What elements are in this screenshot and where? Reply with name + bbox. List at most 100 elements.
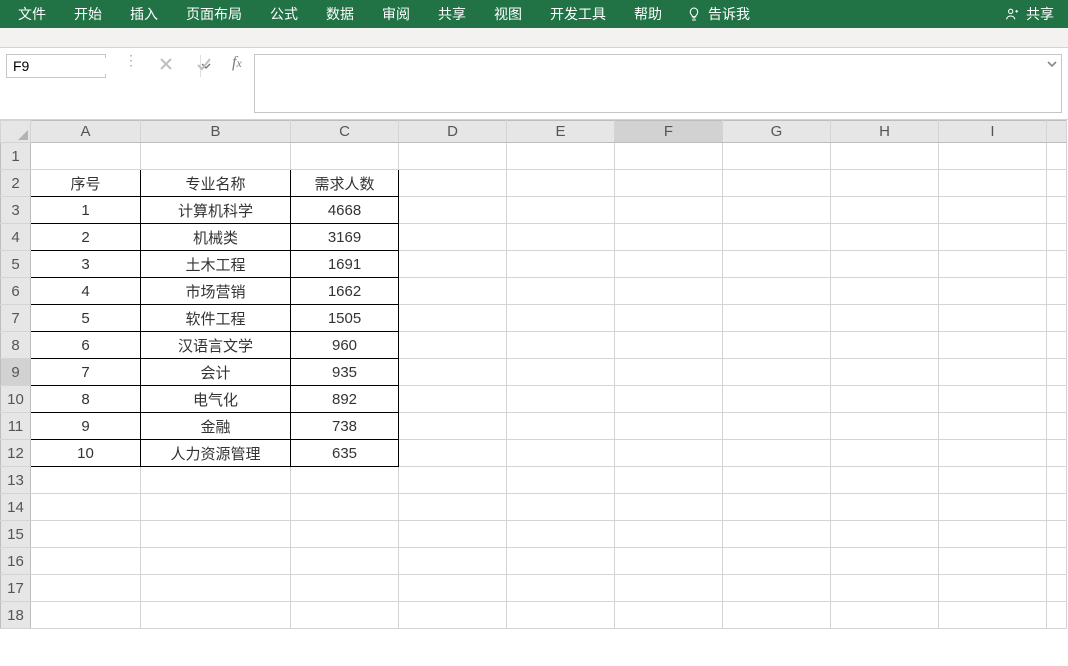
cell-C7[interactable]: 1505 xyxy=(291,305,399,332)
cell-E6[interactable] xyxy=(507,278,615,305)
cell-A1[interactable] xyxy=(31,143,141,170)
cell-D5[interactable] xyxy=(399,251,507,278)
cell-E16[interactable] xyxy=(507,548,615,575)
cell-I2[interactable] xyxy=(939,170,1047,197)
cell-C13[interactable] xyxy=(291,467,399,494)
cell-B15[interactable] xyxy=(141,521,291,548)
formula-bar-options-icon[interactable]: ⋮ xyxy=(124,54,138,66)
tab-view[interactable]: 视图 xyxy=(480,0,536,28)
cell-H7[interactable] xyxy=(831,305,939,332)
cell-H8[interactable] xyxy=(831,332,939,359)
cell-F10[interactable] xyxy=(615,386,723,413)
cell-A5[interactable]: 3 xyxy=(31,251,141,278)
cell-B14[interactable] xyxy=(141,494,291,521)
cell-G11[interactable] xyxy=(723,413,831,440)
cell-I11[interactable] xyxy=(939,413,1047,440)
cell-C12[interactable]: 635 xyxy=(291,440,399,467)
cell-A16[interactable] xyxy=(31,548,141,575)
cell-A13[interactable] xyxy=(31,467,141,494)
cell-E2[interactable] xyxy=(507,170,615,197)
cell-H15[interactable] xyxy=(831,521,939,548)
cell-G8[interactable] xyxy=(723,332,831,359)
cell-E14[interactable] xyxy=(507,494,615,521)
cell-G14[interactable] xyxy=(723,494,831,521)
cell-F15[interactable] xyxy=(615,521,723,548)
cell-B18[interactable] xyxy=(141,602,291,629)
cell-I13[interactable] xyxy=(939,467,1047,494)
cell-C18[interactable] xyxy=(291,602,399,629)
cell-H12[interactable] xyxy=(831,440,939,467)
tab-file[interactable]: 文件 xyxy=(4,0,60,28)
cell-B10[interactable]: 电气化 xyxy=(141,386,291,413)
cell-I12[interactable] xyxy=(939,440,1047,467)
cell-F2[interactable] xyxy=(615,170,723,197)
row-header-16[interactable]: 16 xyxy=(1,548,31,575)
cell-A4[interactable]: 2 xyxy=(31,224,141,251)
cell-F9[interactable] xyxy=(615,359,723,386)
cell-G3[interactable] xyxy=(723,197,831,224)
cell-A3[interactable]: 1 xyxy=(31,197,141,224)
cell-E9[interactable] xyxy=(507,359,615,386)
cell-D7[interactable] xyxy=(399,305,507,332)
cell-D12[interactable] xyxy=(399,440,507,467)
cell-D2[interactable] xyxy=(399,170,507,197)
cell-D16[interactable] xyxy=(399,548,507,575)
row-header-1[interactable]: 1 xyxy=(1,143,31,170)
cell-H2[interactable] xyxy=(831,170,939,197)
cell-D13[interactable] xyxy=(399,467,507,494)
row-header-14[interactable]: 14 xyxy=(1,494,31,521)
row-header-11[interactable]: 11 xyxy=(1,413,31,440)
cell-E10[interactable] xyxy=(507,386,615,413)
cell-C2[interactable]: 需求人数 xyxy=(291,170,399,197)
cell-F11[interactable] xyxy=(615,413,723,440)
cell-D6[interactable] xyxy=(399,278,507,305)
cell-C17[interactable] xyxy=(291,575,399,602)
cell-I8[interactable] xyxy=(939,332,1047,359)
cell-B5[interactable]: 土木工程 xyxy=(141,251,291,278)
cell-D1[interactable] xyxy=(399,143,507,170)
cell-F8[interactable] xyxy=(615,332,723,359)
row-header-5[interactable]: 5 xyxy=(1,251,31,278)
cell-B12[interactable]: 人力资源管理 xyxy=(141,440,291,467)
column-header-E[interactable]: E xyxy=(507,121,615,143)
cell-E1[interactable] xyxy=(507,143,615,170)
cell-B8[interactable]: 汉语言文学 xyxy=(141,332,291,359)
cell-I17[interactable] xyxy=(939,575,1047,602)
cell-H9[interactable] xyxy=(831,359,939,386)
cell-B7[interactable]: 软件工程 xyxy=(141,305,291,332)
column-header-A[interactable]: A xyxy=(31,121,141,143)
cell-B11[interactable]: 金融 xyxy=(141,413,291,440)
cancel-formula-button[interactable] xyxy=(156,54,176,74)
cell-F17[interactable] xyxy=(615,575,723,602)
cell-I15[interactable] xyxy=(939,521,1047,548)
cell-F12[interactable] xyxy=(615,440,723,467)
cell-F13[interactable] xyxy=(615,467,723,494)
cell-E11[interactable] xyxy=(507,413,615,440)
cell-D8[interactable] xyxy=(399,332,507,359)
cell-A6[interactable]: 4 xyxy=(31,278,141,305)
cell-G5[interactable] xyxy=(723,251,831,278)
cell-G13[interactable] xyxy=(723,467,831,494)
cell-I4[interactable] xyxy=(939,224,1047,251)
cell-E3[interactable] xyxy=(507,197,615,224)
cell-H16[interactable] xyxy=(831,548,939,575)
cell-I14[interactable] xyxy=(939,494,1047,521)
cell-A2[interactable]: 序号 xyxy=(31,170,141,197)
cell-H13[interactable] xyxy=(831,467,939,494)
share-button[interactable]: 共享 xyxy=(1004,4,1054,24)
cell-G16[interactable] xyxy=(723,548,831,575)
cell-G10[interactable] xyxy=(723,386,831,413)
cell-C11[interactable]: 738 xyxy=(291,413,399,440)
cell-F5[interactable] xyxy=(615,251,723,278)
cell-G4[interactable] xyxy=(723,224,831,251)
cell-F4[interactable] xyxy=(615,224,723,251)
cell-C6[interactable]: 1662 xyxy=(291,278,399,305)
row-header-3[interactable]: 3 xyxy=(1,197,31,224)
cell-I3[interactable] xyxy=(939,197,1047,224)
cell-E5[interactable] xyxy=(507,251,615,278)
cell-A15[interactable] xyxy=(31,521,141,548)
cell-C16[interactable] xyxy=(291,548,399,575)
row-header-7[interactable]: 7 xyxy=(1,305,31,332)
row-header-17[interactable]: 17 xyxy=(1,575,31,602)
row-header-2[interactable]: 2 xyxy=(1,170,31,197)
